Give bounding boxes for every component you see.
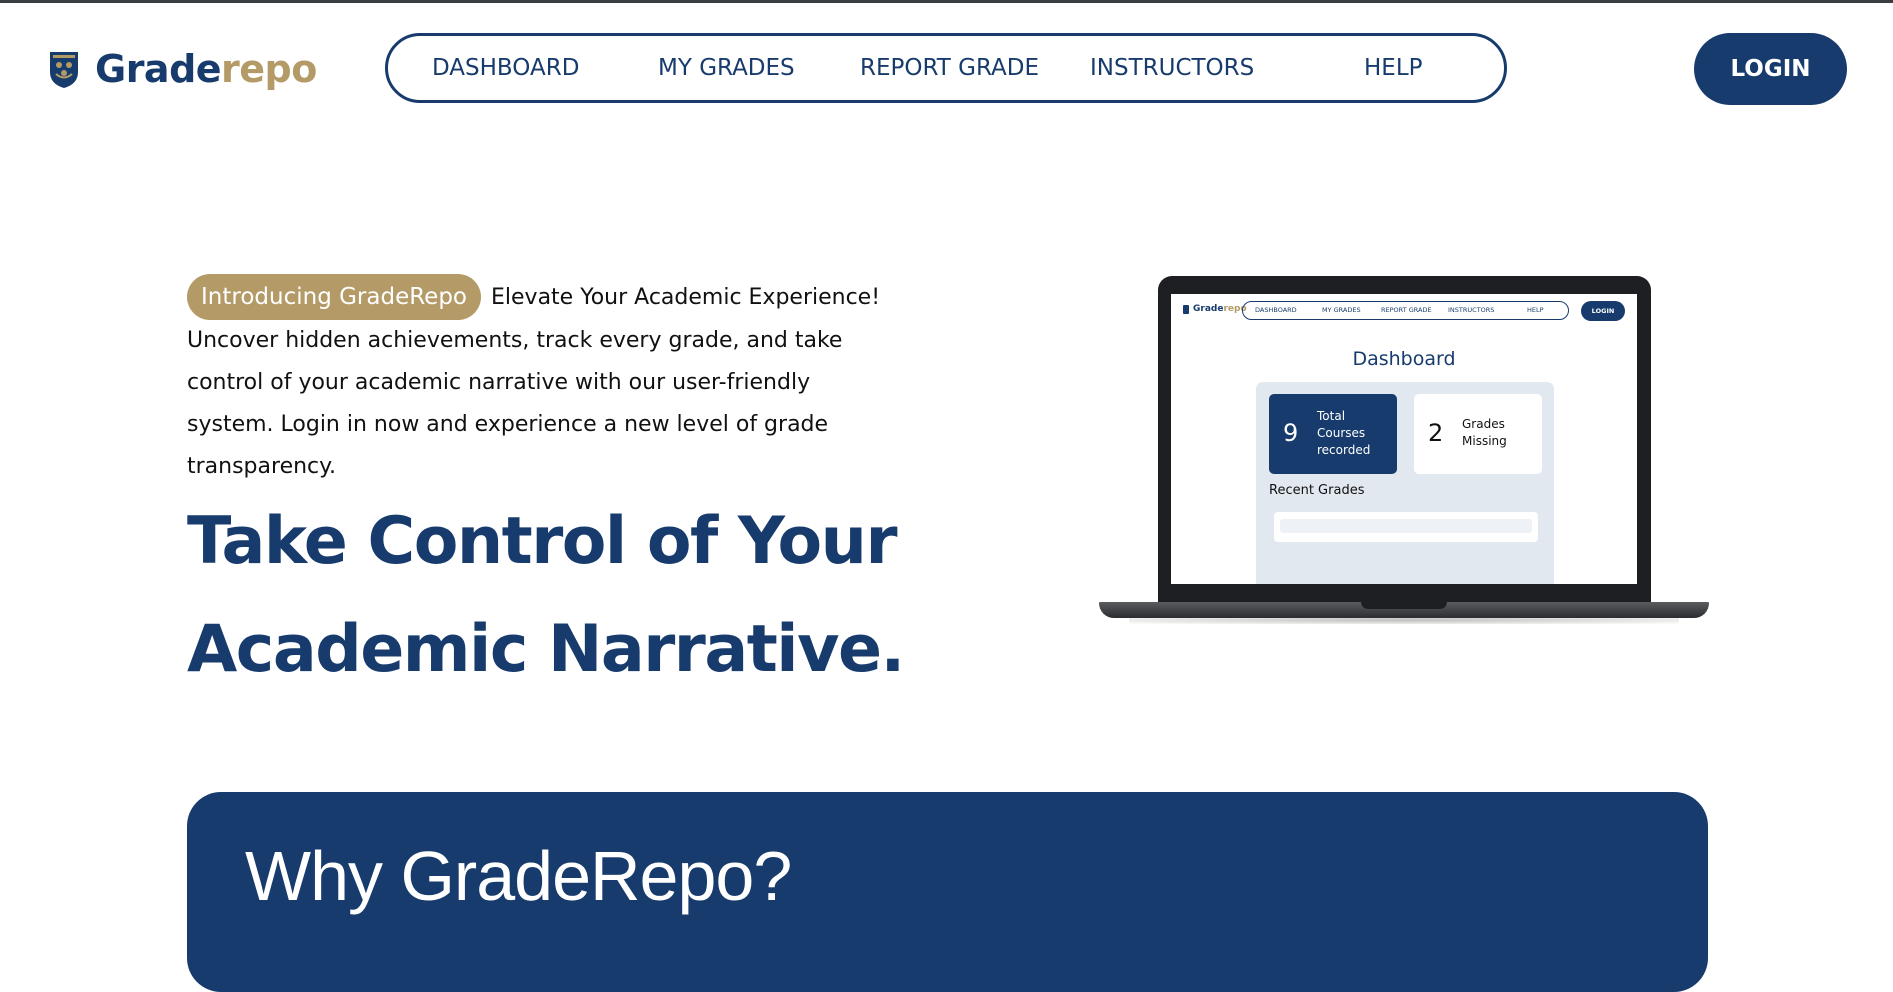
preview-login-button: LOGIN — [1581, 301, 1625, 321]
laptop-preview-image: Graderepo DASHBOARD MY GRADES REPORT GRA… — [1099, 276, 1709, 628]
nav-my-grades[interactable]: MY GRADES — [658, 36, 795, 100]
logo-text-part2: repo — [221, 47, 317, 91]
logo-wordmark: Graderepo — [95, 50, 317, 88]
preview-card-courses: 9 Total Courses recorded — [1269, 394, 1397, 474]
preview-title: Dashboard — [1352, 348, 1456, 370]
preview-nav: DASHBOARD MY GRADES REPORT GRADE INSTRUC… — [1242, 301, 1569, 320]
preview-nav-dashboard: DASHBOARD — [1255, 306, 1297, 314]
crest-icon — [50, 52, 78, 88]
laptop-bezel: Graderepo DASHBOARD MY GRADES REPORT GRA… — [1158, 276, 1651, 606]
nav-report-grade[interactable]: REPORT GRADE — [860, 36, 1039, 100]
top-border — [0, 0, 1893, 3]
preview-nav-help: HELP — [1527, 306, 1544, 314]
preview-nav-my-grades: MY GRADES — [1322, 306, 1361, 314]
preview-recent-label: Recent Grades — [1269, 483, 1365, 498]
preview-card-label: Total Courses recorded — [1317, 409, 1371, 457]
why-section: Why GradeRepo? — [187, 792, 1708, 992]
preview-stats-panel: 9 Total Courses recorded 2 Grades Missin… — [1256, 382, 1554, 584]
preview-logo: Graderepo — [1183, 304, 1247, 314]
laptop-notch — [1361, 602, 1447, 609]
preview-recent-row — [1274, 512, 1538, 542]
logo-text-part1: Grade — [95, 47, 222, 91]
preview-card-number: 2 — [1428, 419, 1444, 447]
laptop-screen: Graderepo DASHBOARD MY GRADES REPORT GRA… — [1171, 294, 1637, 584]
intro-paragraph: Introducing GradeRepo Elevate Your Academ… — [187, 274, 887, 488]
intro-badge: Introducing GradeRepo — [187, 274, 481, 320]
preview-row-content — [1280, 519, 1532, 533]
preview-logo-part1: Grade — [1193, 304, 1224, 314]
why-title: Why GradeRepo? — [245, 837, 792, 915]
nav-instructors[interactable]: INSTRUCTORS — [1090, 36, 1254, 100]
main-nav: DASHBOARD MY GRADES REPORT GRADE INSTRUC… — [385, 33, 1507, 103]
login-button[interactable]: LOGIN — [1694, 33, 1847, 105]
site-logo[interactable]: Graderepo — [47, 46, 317, 92]
headline-line-2: Academic Narrative. — [187, 612, 905, 687]
hero-headline: Take Control of Your Academic Narrative. — [187, 488, 947, 704]
nav-dashboard[interactable]: DASHBOARD — [432, 36, 579, 100]
preview-card-label: Grades Missing — [1462, 417, 1507, 448]
preview-crest-icon — [1183, 304, 1189, 314]
nav-help[interactable]: HELP — [1364, 36, 1423, 100]
headline-line-1: Take Control of Your — [187, 504, 898, 579]
preview-nav-instructors: INSTRUCTORS — [1448, 306, 1495, 314]
preview-nav-report-grade: REPORT GRADE — [1381, 306, 1432, 314]
preview-card-number: 9 — [1283, 419, 1299, 447]
preview-card-missing: 2 Grades Missing — [1414, 394, 1542, 474]
